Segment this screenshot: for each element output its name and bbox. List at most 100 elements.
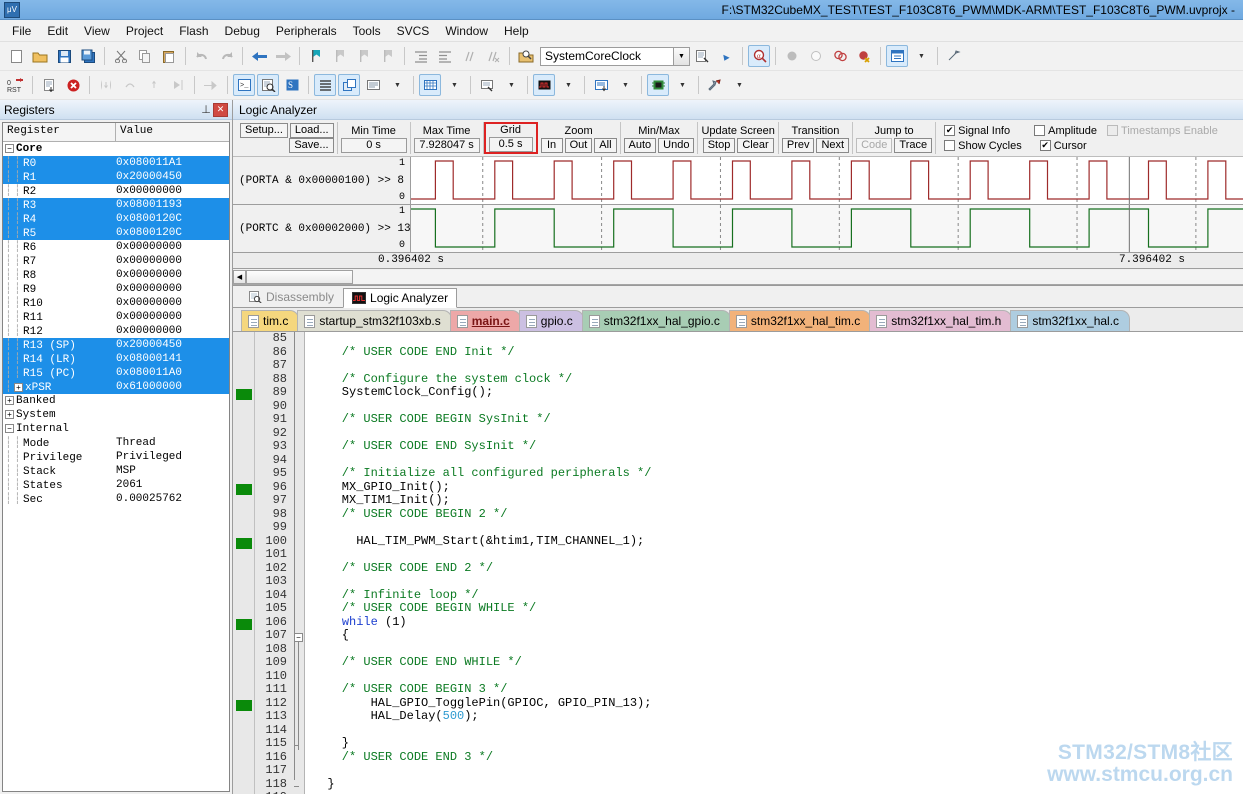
code-line[interactable]: }	[313, 736, 1243, 751]
code-line[interactable]: MX_TIM1_Init();	[313, 493, 1243, 508]
register-row[interactable]: ┆ ┆ R10 0x00000000	[3, 296, 229, 310]
save-icon[interactable]	[53, 45, 75, 67]
code-line[interactable]	[313, 521, 1243, 535]
collapse-icon[interactable]: −	[5, 143, 14, 153]
register-row[interactable]: ┆ ┆ R4 0x0800120C	[3, 212, 229, 226]
register-row[interactable]: ┆ ┆ Privilege Privileged	[3, 450, 229, 464]
signal-label-porta[interactable]: 1 (PORTA & 0x00000100) >> 8 0	[233, 157, 411, 204]
zoom-in-button[interactable]: In	[540, 137, 563, 153]
breakpoint-disable-icon[interactable]	[805, 45, 827, 67]
file-tab[interactable]: gpio.c	[518, 310, 584, 331]
breakpoint-marker[interactable]	[236, 389, 252, 400]
code-line[interactable]: /* USER CODE END 2 */	[313, 561, 1243, 576]
chevron-down-icon[interactable]: ▼	[443, 74, 465, 96]
stop-debug-icon[interactable]	[62, 74, 84, 96]
breakpoint-marker[interactable]	[236, 699, 252, 711]
code-line[interactable]: /* USER CODE BEGIN WHILE */	[313, 601, 1243, 616]
minmax-auto-button[interactable]: Auto	[623, 137, 657, 153]
symbols-icon[interactable]: S	[281, 74, 303, 96]
menu-item-tools[interactable]: Tools	[345, 22, 389, 40]
code-line[interactable]: /* Initialize all configured peripherals…	[313, 466, 1243, 481]
code-line[interactable]: }	[313, 777, 1243, 792]
register-row[interactable]: ┆ ┆ R1 0x20000450	[3, 170, 229, 184]
chevron-down-icon[interactable]: ▼	[386, 74, 408, 96]
code-line[interactable]	[313, 427, 1243, 441]
register-row[interactable]: ┆ ┆ R5 0x0800120C	[3, 226, 229, 240]
fold-collapse-icon[interactable]: −	[294, 633, 303, 642]
new-file-icon[interactable]	[5, 45, 27, 67]
register-row[interactable]: + System	[3, 408, 229, 422]
file-tab[interactable]: stm32f1xx_hal_tim.h	[869, 310, 1013, 331]
menu-item-project[interactable]: Project	[118, 22, 171, 40]
code-line[interactable]: HAL_GPIO_TogglePin(GPIOC, GPIO_PIN_13);	[313, 696, 1243, 711]
scrollbar-track[interactable]	[353, 269, 1243, 284]
code-line[interactable]: /* USER CODE BEGIN SysInit */	[313, 412, 1243, 427]
scroll-left-arrow-icon[interactable]: ◀	[233, 269, 246, 284]
register-row[interactable]: ┆ ┆ R3 0x08001193	[3, 198, 229, 212]
step-out-icon[interactable]	[143, 74, 165, 96]
system-viewer-icon[interactable]	[647, 74, 669, 96]
register-row[interactable]: ┆ ┆ States 2061	[3, 478, 229, 492]
breakpoint-marker[interactable]	[236, 618, 252, 630]
chevron-down-icon[interactable]: ▼	[500, 74, 522, 96]
collapse-icon[interactable]: −	[5, 423, 14, 433]
code-line[interactable]: /* USER CODE BEGIN 2 */	[313, 507, 1243, 522]
manage-windows-icon[interactable]	[886, 45, 908, 67]
register-row[interactable]: − Core	[3, 142, 229, 156]
run-icon[interactable]	[200, 74, 222, 96]
trace-window-icon[interactable]	[590, 74, 612, 96]
zoom-out-button[interactable]: Out	[564, 137, 593, 153]
breakpoint-icon[interactable]	[781, 45, 803, 67]
code-line[interactable]: while (1)	[313, 615, 1243, 630]
code-line[interactable]	[313, 400, 1243, 414]
register-row[interactable]: ┆ ┆ R11 0x00000000	[3, 310, 229, 324]
step-in-icon[interactable]	[95, 74, 117, 96]
comment-icon[interactable]	[458, 45, 480, 67]
file-tab[interactable]: stm32f1xx_hal_gpio.c	[581, 310, 731, 331]
chevron-down-icon[interactable]: ▼	[910, 45, 932, 67]
registers-icon[interactable]	[314, 74, 336, 96]
code-line[interactable]	[313, 575, 1243, 589]
register-row[interactable]: ┆ ┆ R0 0x080011A1	[3, 156, 229, 170]
register-row[interactable]: ┆ ┆ R14 (LR) 0x08000141	[3, 352, 229, 366]
signal-info-checkbox[interactable]: ✔	[944, 125, 956, 136]
code-line[interactable]	[313, 454, 1243, 468]
code-line[interactable]	[313, 670, 1243, 684]
file-tab[interactable]: startup_stm32f103xb.s	[297, 310, 452, 331]
open-folder-icon[interactable]	[29, 45, 51, 67]
step-over-run-icon[interactable]	[38, 74, 60, 96]
menu-item-window[interactable]: Window	[437, 22, 496, 40]
jump-to-trace-button[interactable]: Trace	[894, 137, 933, 153]
chevron-down-icon[interactable]: ▼	[671, 74, 693, 96]
outdent-icon[interactable]	[434, 45, 456, 67]
pin-icon[interactable]: ⊥	[199, 103, 213, 117]
code-line[interactable]	[313, 548, 1243, 562]
scrollbar-thumb[interactable]	[246, 269, 353, 284]
menu-item-flash[interactable]: Flash	[171, 22, 216, 40]
bookmark-prev-icon[interactable]	[329, 45, 351, 67]
code-line[interactable]: /* USER CODE END 3 */	[313, 750, 1243, 765]
code-line[interactable]	[313, 724, 1243, 738]
expand-icon[interactable]: +	[5, 409, 14, 419]
code-line[interactable]: /* USER CODE END SysInit */	[313, 439, 1243, 454]
redo-icon[interactable]	[215, 45, 237, 67]
menu-item-view[interactable]: View	[76, 22, 118, 40]
disassembly-icon[interactable]	[257, 74, 279, 96]
menu-item-peripherals[interactable]: Peripherals	[268, 22, 345, 40]
expand-icon[interactable]: +	[14, 382, 23, 392]
tab-disassembly[interactable]: Disassembly	[239, 287, 343, 307]
signal-plot-porta[interactable]	[411, 157, 1243, 204]
menu-item-file[interactable]: File	[4, 22, 39, 40]
run-to-cursor-icon[interactable]	[167, 74, 189, 96]
code-line[interactable]: /* Infinite loop */	[313, 588, 1243, 603]
registers-grid[interactable]: Register Value − Core ┆ ┆ R0 0x080011A1 ┆ ┆ R1 0x…	[2, 122, 230, 792]
bookmark-toggle-icon[interactable]	[305, 45, 327, 67]
code-line[interactable]: /* USER CODE END WHILE */	[313, 655, 1243, 670]
chevron-down-icon[interactable]: ▼	[728, 74, 750, 96]
uncomment-icon[interactable]	[482, 45, 504, 67]
paste-icon[interactable]	[158, 45, 180, 67]
find-icon[interactable]: α	[748, 45, 770, 67]
register-row[interactable]: ┆ ┆ Sec 0.00025762	[3, 492, 229, 506]
load-button[interactable]: Load...	[289, 123, 334, 138]
code-line[interactable]	[313, 764, 1243, 778]
